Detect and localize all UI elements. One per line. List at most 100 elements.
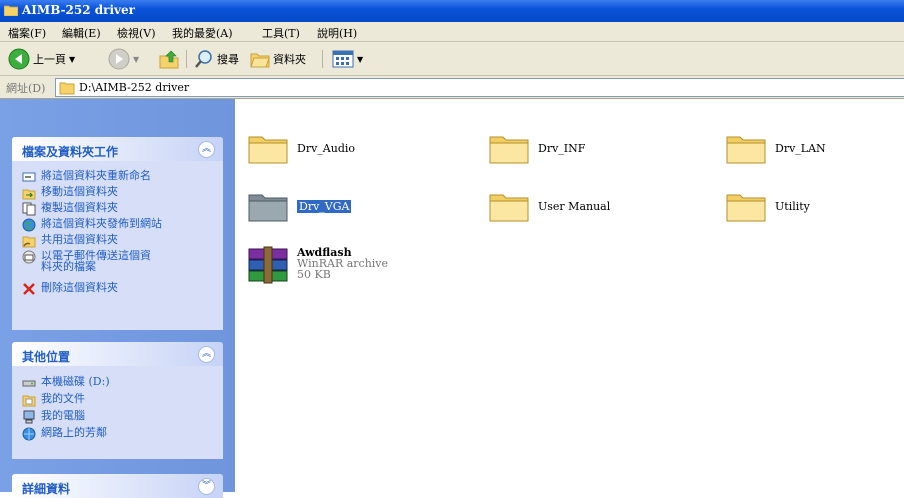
other-places-panel: 其他位置 ︽ 本機磁碟 (D:) 我的文件 我的電腦 網路上的芳鄰: [12, 342, 223, 459]
details-header[interactable]: 詳細資料 ︾: [12, 474, 223, 498]
winrar-archive-icon: [248, 246, 288, 284]
search-icon: [195, 50, 212, 68]
menu-favorites[interactable]: 我的最愛(A): [172, 25, 233, 41]
folder-icon: [248, 194, 288, 222]
search-label: 搜尋: [217, 53, 239, 66]
task-label: 共用這個資料夾: [41, 233, 118, 246]
file-tasks-title: 檔案及資料夾工作: [22, 145, 119, 159]
address-label: 網址(D): [6, 82, 46, 95]
details-panel: 詳細資料 ︾: [12, 474, 223, 498]
file-name: Drv_VGA: [297, 199, 352, 213]
forward-button[interactable]: ▼: [108, 48, 139, 70]
folder-up-icon: [159, 50, 179, 69]
folder-icon: [489, 194, 529, 222]
task-email[interactable]: 以電子郵件傳送這個資料夾的檔案: [22, 250, 212, 272]
forward-dropdown-icon[interactable]: ▼: [133, 55, 139, 64]
folder-icon: [726, 136, 766, 164]
expand-chevron-icon[interactable]: ︾: [198, 478, 215, 495]
views-icon: [332, 50, 354, 68]
folders-icon: [250, 53, 270, 68]
drive-icon: [22, 380, 36, 387]
task-move[interactable]: 移動這個資料夾: [22, 186, 118, 200]
task-publish[interactable]: 將這個資料夾發佈到網站: [22, 218, 162, 232]
place-my-computer[interactable]: 我的電腦: [22, 410, 85, 424]
back-button[interactable]: 上一頁 ▼: [8, 48, 75, 70]
my-documents-icon: [22, 395, 36, 407]
folder-item[interactable]: Utility: [725, 189, 810, 223]
other-places-header[interactable]: 其他位置 ︽: [12, 342, 223, 366]
file-list: Drv_Audio Drv_INF Drv_LAN Drv_VGA User M…: [235, 99, 904, 492]
file-size: 50 KB: [297, 268, 331, 281]
menu-bar: 檔案(F) 編輯(E) 檢視(V) 我的最愛(A) 工具(T) 說明(H): [0, 22, 904, 42]
file-name: Utility: [775, 199, 810, 213]
place-network[interactable]: 網路上的芳鄰: [22, 427, 107, 441]
delete-icon: [23, 283, 35, 295]
folders-button[interactable]: 資料夾: [250, 48, 306, 70]
file-tasks-panel: 檔案及資料夾工作 ︽ 將這個資料夾重新命名 移動這個資料夾 複製這個資料夾 將這…: [12, 137, 223, 330]
address-input[interactable]: D:\AIMB-252 driver: [55, 78, 904, 97]
toolbar: 上一頁 ▼ ▼ 搜尋 資料夾 ▼: [0, 42, 904, 76]
folder-item[interactable]: User Manual: [488, 189, 610, 223]
folder-item[interactable]: Drv_LAN: [725, 131, 826, 165]
back-label: 上一頁: [33, 53, 66, 66]
folder-item[interactable]: Drv_Audio: [247, 131, 355, 165]
task-copy[interactable]: 複製這個資料夾: [22, 202, 118, 216]
menu-tools[interactable]: 工具(T): [262, 25, 300, 41]
back-dropdown-icon[interactable]: ▼: [69, 55, 75, 64]
task-label: 複製這個資料夾: [41, 201, 118, 214]
address-value: D:\AIMB-252 driver: [79, 81, 190, 94]
up-button[interactable]: [158, 48, 180, 70]
title-bar[interactable]: AIMB-252 driver: [0, 0, 904, 22]
file-name: Drv_Audio: [297, 141, 356, 155]
archive-item[interactable]: Awdflash WinRAR archive 50 KB: [247, 245, 388, 285]
folder-icon: [248, 136, 288, 164]
address-bar: 網址(D) D:\AIMB-252 driver: [0, 76, 904, 99]
folder-icon: [59, 82, 75, 94]
network-icon: [22, 427, 36, 441]
email-icon: [22, 250, 36, 264]
place-label: 本機磁碟 (D:): [41, 375, 110, 388]
publish-icon: [22, 218, 36, 232]
menu-help[interactable]: 說明(H): [317, 25, 357, 41]
folder-icon: [726, 194, 766, 222]
file-name: Drv_INF: [538, 141, 586, 155]
task-label: 將這個資料夾重新命名: [41, 169, 151, 182]
file-tasks-header[interactable]: 檔案及資料夾工作 ︽: [12, 137, 223, 161]
folder-icon: [489, 136, 529, 164]
copy-icon: [22, 202, 36, 216]
folder-item-selected[interactable]: Drv_VGA: [247, 189, 352, 223]
task-label: 將這個資料夾發佈到網站: [41, 217, 162, 230]
forward-arrow-icon: [108, 48, 130, 70]
views-button[interactable]: ▼: [332, 48, 363, 70]
place-label: 我的文件: [41, 392, 85, 405]
back-arrow-icon: [8, 48, 30, 70]
task-label: 以電子郵件傳送這個資料夾的檔案: [41, 249, 151, 273]
window-title: AIMB-252 driver: [22, 3, 135, 17]
toolbar-separator: [322, 50, 323, 68]
menu-file[interactable]: 檔案(F): [8, 25, 46, 41]
place-label: 我的電腦: [41, 409, 85, 422]
folder-icon: [4, 5, 18, 16]
place-label: 網路上的芳鄰: [41, 426, 107, 439]
search-button[interactable]: 搜尋: [194, 48, 239, 70]
place-my-documents[interactable]: 我的文件: [22, 393, 85, 407]
task-delete[interactable]: 刪除這個資料夾: [22, 282, 118, 296]
collapse-chevron-icon[interactable]: ︽: [198, 141, 215, 158]
task-pane: 檔案及資料夾工作 ︽ 將這個資料夾重新命名 移動這個資料夾 複製這個資料夾 將這…: [0, 99, 235, 498]
toolbar-separator: [186, 50, 187, 68]
menu-view[interactable]: 檢視(V): [117, 25, 156, 41]
task-rename[interactable]: 將這個資料夾重新命名: [22, 170, 151, 184]
my-computer-icon: [23, 410, 35, 424]
collapse-chevron-icon[interactable]: ︽: [198, 346, 215, 363]
views-dropdown-icon[interactable]: ▼: [357, 55, 363, 64]
task-share[interactable]: 共用這個資料夾: [22, 234, 118, 248]
task-label: 移動這個資料夾: [41, 185, 118, 198]
place-local-disk[interactable]: 本機磁碟 (D:): [22, 376, 110, 390]
menu-edit[interactable]: 編輯(E): [62, 25, 101, 41]
folder-item[interactable]: Drv_INF: [488, 131, 585, 165]
file-name: Drv_LAN: [775, 141, 826, 155]
rename-icon: [22, 172, 36, 182]
archive-details: Awdflash WinRAR archive 50 KB: [297, 247, 388, 280]
folders-label: 資料夾: [273, 53, 306, 66]
details-title: 詳細資料: [22, 482, 71, 496]
